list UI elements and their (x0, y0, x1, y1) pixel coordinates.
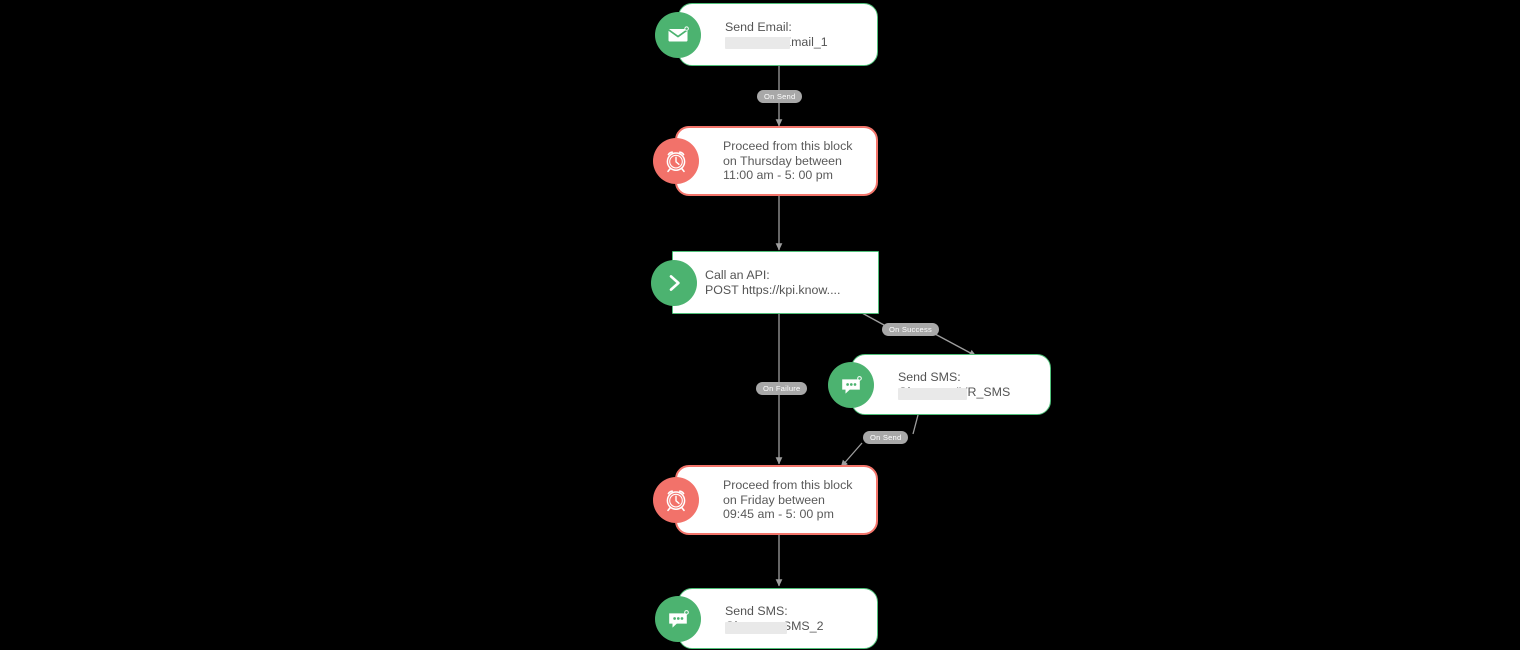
delay-line-1: Proceed from this block (723, 139, 853, 154)
node-title: Call an API: (705, 267, 770, 282)
node-call-api-text: Call an API: POST https://kpi.know.... (705, 268, 840, 297)
edge-send-sms-ivr-to-delay-friday (912, 414, 919, 435)
node-send-sms-ivr[interactable]: Send SMS: Gigamart_IVR_SMS (828, 354, 1051, 415)
node-title: Send SMS: (898, 369, 961, 384)
delay-line-1: Proceed from this block (723, 478, 853, 493)
delay-line-2: on Thursday between (723, 153, 842, 168)
edge-label-on-send-2[interactable]: On Send (863, 431, 909, 444)
node-call-api[interactable]: Call an API: POST https://kpi.know.... (651, 251, 879, 314)
node-title: Send Email: (725, 19, 792, 34)
node-title: Send SMS: (725, 603, 788, 618)
redaction-overlay (725, 36, 790, 49)
node-delay-thursday-text: Proceed from this block on Thursday betw… (723, 139, 852, 183)
edge-send-sms-ivr-to-delay-friday-b (840, 442, 863, 468)
redaction-overlay (725, 621, 787, 634)
node-delay-friday[interactable]: Proceed from this block on Friday betwee… (653, 465, 878, 535)
node-send-email-1-text: Send Email: Gigamart_Email_1 (725, 20, 828, 49)
edge-call-api-to-send-sms-ivr (861, 312, 885, 326)
edge-label-on-send-1[interactable]: On Send (757, 90, 803, 103)
edge-label-on-failure[interactable]: On Failure (756, 382, 808, 395)
delay-line-3: 11:00 am - 5: 00 pm (723, 168, 833, 183)
chevron-right-icon (651, 259, 697, 306)
message-bubble-icon (655, 595, 701, 642)
edge-label-on-success[interactable]: On Success (882, 323, 939, 336)
node-send-sms-2-text: Send SMS: Gigamart_SMS_2 (725, 603, 823, 634)
message-bubble-icon (828, 361, 874, 408)
delay-line-3: 09:45 am - 5: 00 pm (723, 507, 834, 522)
node-delay-thursday[interactable]: Proceed from this block on Thursday betw… (653, 126, 878, 196)
workflow-canvas[interactable]: Send Email: Gigamart_Email_1 Proceed fro… (0, 0, 1520, 650)
alarm-clock-icon (653, 477, 699, 523)
alarm-clock-icon (653, 138, 699, 184)
node-subtitle: POST https://kpi.know.... (705, 282, 841, 297)
redaction-overlay (898, 387, 967, 400)
node-send-email-1[interactable]: Send Email: Gigamart_Email_1 (655, 3, 878, 66)
node-send-sms-ivr-text: Send SMS: Gigamart_IVR_SMS (898, 369, 1010, 400)
node-delay-friday-text: Proceed from this block on Friday betwee… (723, 478, 852, 522)
node-send-sms-2[interactable]: Send SMS: Gigamart_SMS_2 (655, 588, 878, 649)
envelope-icon (655, 11, 701, 58)
edge-call-api-to-send-sms-ivr-b (934, 333, 977, 357)
delay-line-2: on Friday between (723, 492, 825, 507)
